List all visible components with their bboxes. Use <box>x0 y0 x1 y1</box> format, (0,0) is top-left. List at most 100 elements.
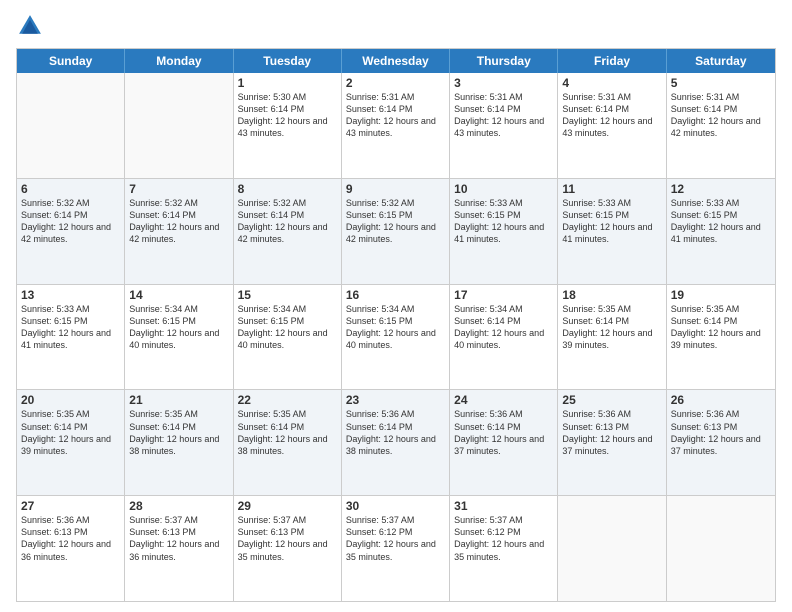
cell-info: Sunrise: 5:32 AM Sunset: 6:14 PM Dayligh… <box>129 197 228 246</box>
day-number: 20 <box>21 393 120 407</box>
cal-cell: 20Sunrise: 5:35 AM Sunset: 6:14 PM Dayli… <box>17 390 125 495</box>
cell-info: Sunrise: 5:32 AM Sunset: 6:14 PM Dayligh… <box>21 197 120 246</box>
cal-cell: 2Sunrise: 5:31 AM Sunset: 6:14 PM Daylig… <box>342 73 450 178</box>
day-number: 25 <box>562 393 661 407</box>
day-number: 17 <box>454 288 553 302</box>
day-number: 23 <box>346 393 445 407</box>
day-number: 3 <box>454 76 553 90</box>
day-number: 10 <box>454 182 553 196</box>
day-number: 1 <box>238 76 337 90</box>
cell-info: Sunrise: 5:34 AM Sunset: 6:14 PM Dayligh… <box>454 303 553 352</box>
day-number: 15 <box>238 288 337 302</box>
day-number: 27 <box>21 499 120 513</box>
cell-info: Sunrise: 5:36 AM Sunset: 6:13 PM Dayligh… <box>671 408 771 457</box>
cell-info: Sunrise: 5:31 AM Sunset: 6:14 PM Dayligh… <box>671 91 771 140</box>
cal-header-friday: Friday <box>558 49 666 73</box>
cell-info: Sunrise: 5:36 AM Sunset: 6:14 PM Dayligh… <box>454 408 553 457</box>
day-number: 8 <box>238 182 337 196</box>
cell-info: Sunrise: 5:35 AM Sunset: 6:14 PM Dayligh… <box>238 408 337 457</box>
cal-cell: 19Sunrise: 5:35 AM Sunset: 6:14 PM Dayli… <box>667 285 775 390</box>
cal-cell <box>125 73 233 178</box>
cal-cell: 5Sunrise: 5:31 AM Sunset: 6:14 PM Daylig… <box>667 73 775 178</box>
calendar: SundayMondayTuesdayWednesdayThursdayFrid… <box>16 48 776 602</box>
cal-header-saturday: Saturday <box>667 49 775 73</box>
day-number: 21 <box>129 393 228 407</box>
cal-cell <box>558 496 666 601</box>
cal-cell: 31Sunrise: 5:37 AM Sunset: 6:12 PM Dayli… <box>450 496 558 601</box>
cal-cell: 12Sunrise: 5:33 AM Sunset: 6:15 PM Dayli… <box>667 179 775 284</box>
cal-cell: 9Sunrise: 5:32 AM Sunset: 6:15 PM Daylig… <box>342 179 450 284</box>
cal-cell: 24Sunrise: 5:36 AM Sunset: 6:14 PM Dayli… <box>450 390 558 495</box>
cal-cell: 23Sunrise: 5:36 AM Sunset: 6:14 PM Dayli… <box>342 390 450 495</box>
cal-header-tuesday: Tuesday <box>234 49 342 73</box>
cal-cell: 17Sunrise: 5:34 AM Sunset: 6:14 PM Dayli… <box>450 285 558 390</box>
page: SundayMondayTuesdayWednesdayThursdayFrid… <box>0 0 792 612</box>
day-number: 2 <box>346 76 445 90</box>
day-number: 13 <box>21 288 120 302</box>
cal-header-wednesday: Wednesday <box>342 49 450 73</box>
cell-info: Sunrise: 5:32 AM Sunset: 6:14 PM Dayligh… <box>238 197 337 246</box>
cell-info: Sunrise: 5:37 AM Sunset: 6:13 PM Dayligh… <box>129 514 228 563</box>
cal-header-sunday: Sunday <box>17 49 125 73</box>
cal-header-monday: Monday <box>125 49 233 73</box>
cell-info: Sunrise: 5:31 AM Sunset: 6:14 PM Dayligh… <box>346 91 445 140</box>
day-number: 14 <box>129 288 228 302</box>
day-number: 11 <box>562 182 661 196</box>
calendar-week-3: 13Sunrise: 5:33 AM Sunset: 6:15 PM Dayli… <box>17 285 775 391</box>
cal-cell: 16Sunrise: 5:34 AM Sunset: 6:15 PM Dayli… <box>342 285 450 390</box>
day-number: 31 <box>454 499 553 513</box>
cal-header-thursday: Thursday <box>450 49 558 73</box>
cal-cell: 11Sunrise: 5:33 AM Sunset: 6:15 PM Dayli… <box>558 179 666 284</box>
day-number: 12 <box>671 182 771 196</box>
cal-cell <box>667 496 775 601</box>
cal-cell: 18Sunrise: 5:35 AM Sunset: 6:14 PM Dayli… <box>558 285 666 390</box>
cell-info: Sunrise: 5:30 AM Sunset: 6:14 PM Dayligh… <box>238 91 337 140</box>
cell-info: Sunrise: 5:36 AM Sunset: 6:13 PM Dayligh… <box>21 514 120 563</box>
cell-info: Sunrise: 5:33 AM Sunset: 6:15 PM Dayligh… <box>671 197 771 246</box>
cell-info: Sunrise: 5:37 AM Sunset: 6:12 PM Dayligh… <box>454 514 553 563</box>
cal-cell: 13Sunrise: 5:33 AM Sunset: 6:15 PM Dayli… <box>17 285 125 390</box>
day-number: 30 <box>346 499 445 513</box>
cell-info: Sunrise: 5:37 AM Sunset: 6:12 PM Dayligh… <box>346 514 445 563</box>
cal-cell: 27Sunrise: 5:36 AM Sunset: 6:13 PM Dayli… <box>17 496 125 601</box>
day-number: 16 <box>346 288 445 302</box>
day-number: 5 <box>671 76 771 90</box>
cell-info: Sunrise: 5:34 AM Sunset: 6:15 PM Dayligh… <box>346 303 445 352</box>
logo <box>16 12 46 40</box>
cal-cell: 6Sunrise: 5:32 AM Sunset: 6:14 PM Daylig… <box>17 179 125 284</box>
cal-cell: 14Sunrise: 5:34 AM Sunset: 6:15 PM Dayli… <box>125 285 233 390</box>
cell-info: Sunrise: 5:33 AM Sunset: 6:15 PM Dayligh… <box>562 197 661 246</box>
day-number: 29 <box>238 499 337 513</box>
cell-info: Sunrise: 5:35 AM Sunset: 6:14 PM Dayligh… <box>671 303 771 352</box>
cell-info: Sunrise: 5:36 AM Sunset: 6:14 PM Dayligh… <box>346 408 445 457</box>
cal-cell: 1Sunrise: 5:30 AM Sunset: 6:14 PM Daylig… <box>234 73 342 178</box>
cell-info: Sunrise: 5:35 AM Sunset: 6:14 PM Dayligh… <box>129 408 228 457</box>
cal-cell <box>17 73 125 178</box>
cal-cell: 3Sunrise: 5:31 AM Sunset: 6:14 PM Daylig… <box>450 73 558 178</box>
cal-cell: 28Sunrise: 5:37 AM Sunset: 6:13 PM Dayli… <box>125 496 233 601</box>
calendar-week-1: 1Sunrise: 5:30 AM Sunset: 6:14 PM Daylig… <box>17 73 775 179</box>
cell-info: Sunrise: 5:32 AM Sunset: 6:15 PM Dayligh… <box>346 197 445 246</box>
day-number: 6 <box>21 182 120 196</box>
cell-info: Sunrise: 5:35 AM Sunset: 6:14 PM Dayligh… <box>21 408 120 457</box>
calendar-body: 1Sunrise: 5:30 AM Sunset: 6:14 PM Daylig… <box>17 73 775 601</box>
day-number: 4 <box>562 76 661 90</box>
calendar-header-row: SundayMondayTuesdayWednesdayThursdayFrid… <box>17 49 775 73</box>
cell-info: Sunrise: 5:33 AM Sunset: 6:15 PM Dayligh… <box>454 197 553 246</box>
cal-cell: 7Sunrise: 5:32 AM Sunset: 6:14 PM Daylig… <box>125 179 233 284</box>
cell-info: Sunrise: 5:33 AM Sunset: 6:15 PM Dayligh… <box>21 303 120 352</box>
cell-info: Sunrise: 5:36 AM Sunset: 6:13 PM Dayligh… <box>562 408 661 457</box>
day-number: 26 <box>671 393 771 407</box>
cal-cell: 22Sunrise: 5:35 AM Sunset: 6:14 PM Dayli… <box>234 390 342 495</box>
cell-info: Sunrise: 5:34 AM Sunset: 6:15 PM Dayligh… <box>238 303 337 352</box>
cal-cell: 8Sunrise: 5:32 AM Sunset: 6:14 PM Daylig… <box>234 179 342 284</box>
day-number: 19 <box>671 288 771 302</box>
calendar-week-2: 6Sunrise: 5:32 AM Sunset: 6:14 PM Daylig… <box>17 179 775 285</box>
cell-info: Sunrise: 5:35 AM Sunset: 6:14 PM Dayligh… <box>562 303 661 352</box>
cal-cell: 4Sunrise: 5:31 AM Sunset: 6:14 PM Daylig… <box>558 73 666 178</box>
cell-info: Sunrise: 5:31 AM Sunset: 6:14 PM Dayligh… <box>454 91 553 140</box>
header <box>16 12 776 40</box>
day-number: 22 <box>238 393 337 407</box>
cal-cell: 15Sunrise: 5:34 AM Sunset: 6:15 PM Dayli… <box>234 285 342 390</box>
cal-cell: 10Sunrise: 5:33 AM Sunset: 6:15 PM Dayli… <box>450 179 558 284</box>
